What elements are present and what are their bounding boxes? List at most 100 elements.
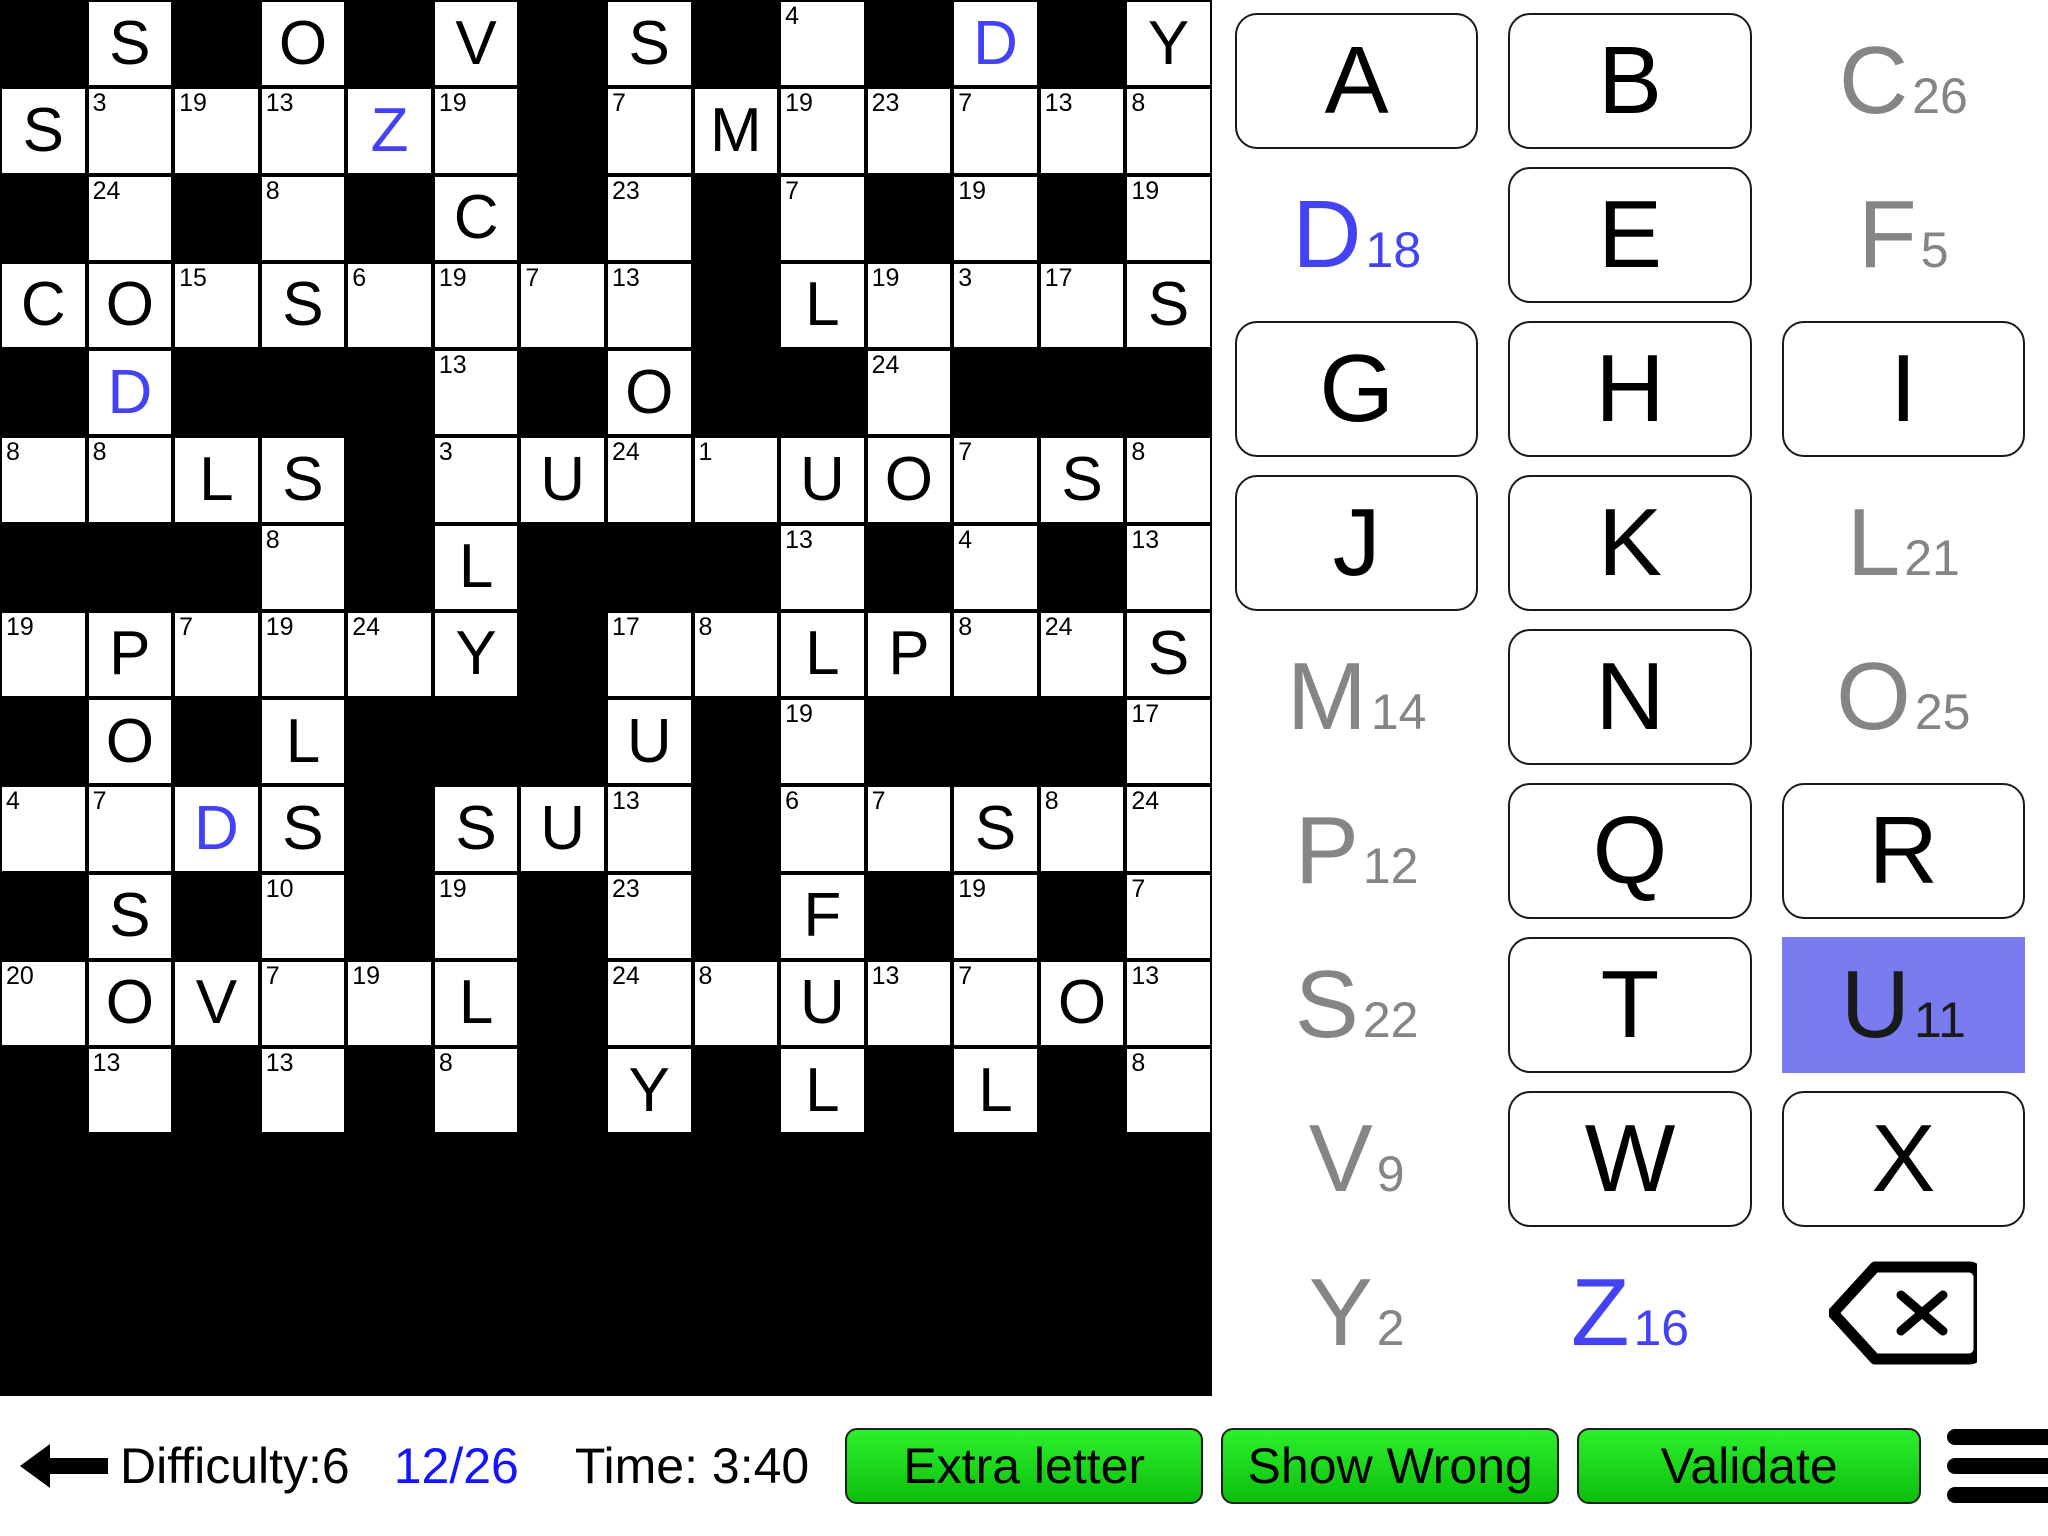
- grid-cell[interactable]: 19: [346, 959, 433, 1047]
- grid-cell[interactable]: 13: [1125, 959, 1212, 1047]
- grid-cell[interactable]: 7: [1125, 872, 1212, 960]
- grid-cell[interactable]: L: [952, 1047, 1039, 1135]
- grid-cell[interactable]: 7: [952, 959, 1039, 1047]
- grid-cell[interactable]: U: [779, 436, 866, 524]
- grid-cell[interactable]: 3: [952, 261, 1039, 349]
- grid-cell[interactable]: P: [86, 610, 174, 698]
- key-x[interactable]: X: [1774, 1087, 2033, 1231]
- key-b[interactable]: B: [1500, 9, 1759, 153]
- grid-cell[interactable]: V: [432, 0, 520, 88]
- key-s[interactable]: S 22: [1227, 933, 1486, 1077]
- grid-cell[interactable]: L: [173, 436, 260, 524]
- grid-cell[interactable]: 3: [432, 436, 520, 524]
- grid-cell[interactable]: F: [779, 872, 866, 960]
- grid-cell[interactable]: 24: [1125, 785, 1212, 873]
- grid-cell[interactable]: 13: [432, 349, 520, 437]
- grid-cell[interactable]: 8: [1125, 436, 1212, 524]
- letter-keypad[interactable]: A B C 26 D 18 E F 5 G H I J K L 21 M 14 N O 25 P 12 Q R S 22 T U 11 V 9…: [1212, 0, 2048, 1396]
- grid-cell[interactable]: Y: [432, 610, 520, 698]
- grid-cell[interactable]: 19: [259, 610, 347, 698]
- grid-cell[interactable]: 8: [1125, 1047, 1212, 1135]
- grid-cell[interactable]: 10: [259, 872, 347, 960]
- key-l[interactable]: L 21: [1774, 471, 2033, 615]
- grid-cell[interactable]: 23: [605, 872, 693, 960]
- grid-cell[interactable]: 13: [779, 523, 866, 611]
- grid-cell[interactable]: O: [86, 261, 174, 349]
- grid-cell[interactable]: 19: [432, 87, 520, 175]
- grid-cell[interactable]: 1: [692, 436, 780, 524]
- grid-cell[interactable]: 13: [1125, 523, 1212, 611]
- grid-cell[interactable]: 19: [952, 174, 1039, 262]
- grid-cell[interactable]: O: [865, 436, 953, 524]
- key-q[interactable]: Q: [1500, 779, 1759, 923]
- grid-cell[interactable]: O: [86, 959, 174, 1047]
- key-h[interactable]: H: [1500, 317, 1759, 461]
- grid-cell[interactable]: L: [432, 523, 520, 611]
- key-c[interactable]: C 26: [1774, 9, 2033, 153]
- key-n[interactable]: N: [1500, 625, 1759, 769]
- grid-cell[interactable]: 24: [865, 349, 953, 437]
- key-f[interactable]: F5: [1774, 163, 2033, 307]
- grid-cell[interactable]: S: [1038, 436, 1126, 524]
- grid-cell[interactable]: U: [605, 698, 693, 786]
- grid-cell[interactable]: 19: [0, 610, 87, 698]
- grid-cell[interactable]: 19: [432, 261, 520, 349]
- crossword-grid[interactable]: S O V S 4 D Y S 3 19 13 Z 19 7 M 19 23 7 13 8 24 8 C 23 7 19 19 C O 1…: [0, 0, 1212, 1135]
- grid-cell[interactable]: P: [865, 610, 953, 698]
- grid-cell[interactable]: S: [605, 0, 693, 88]
- key-t[interactable]: T: [1500, 933, 1759, 1077]
- grid-cell[interactable]: 8: [692, 959, 780, 1047]
- grid-cell[interactable]: 7: [952, 436, 1039, 524]
- grid-cell[interactable]: 15: [173, 261, 260, 349]
- grid-cell[interactable]: L: [259, 698, 347, 786]
- grid-cell[interactable]: D: [952, 0, 1039, 88]
- grid-cell[interactable]: 8: [86, 436, 174, 524]
- grid-cell[interactable]: O: [1038, 959, 1126, 1047]
- grid-cell[interactable]: 8: [259, 523, 347, 611]
- grid-cell[interactable]: 19: [432, 872, 520, 960]
- grid-cell[interactable]: U: [519, 436, 606, 524]
- grid-cell[interactable]: 24: [605, 436, 693, 524]
- grid-cell[interactable]: S: [86, 872, 174, 960]
- grid-cell[interactable]: S: [259, 261, 347, 349]
- grid-cell[interactable]: 7: [952, 87, 1039, 175]
- grid-cell[interactable]: 13: [605, 785, 693, 873]
- grid-cell[interactable]: M: [692, 87, 780, 175]
- grid-cell[interactable]: 7: [86, 785, 174, 873]
- grid-cell[interactable]: S: [259, 785, 347, 873]
- grid-cell[interactable]: S: [0, 87, 87, 175]
- grid-cell[interactable]: O: [86, 698, 174, 786]
- grid-cell[interactable]: 3: [86, 87, 174, 175]
- grid-cell[interactable]: S: [1125, 610, 1212, 698]
- grid-cell[interactable]: 7: [519, 261, 606, 349]
- key-m[interactable]: M 14: [1227, 625, 1486, 769]
- grid-cell[interactable]: S: [86, 0, 174, 88]
- grid-cell[interactable]: Y: [1125, 0, 1212, 88]
- grid-cell[interactable]: S: [1125, 261, 1212, 349]
- key-v[interactable]: V9: [1227, 1087, 1486, 1231]
- grid-cell[interactable]: V: [173, 959, 260, 1047]
- show-wrong-button[interactable]: Show Wrong: [1221, 1428, 1560, 1504]
- grid-cell[interactable]: S: [259, 436, 347, 524]
- grid-cell[interactable]: S: [432, 785, 520, 873]
- grid-cell[interactable]: C: [0, 261, 87, 349]
- back-arrow-icon[interactable]: [14, 1436, 112, 1496]
- grid-cell[interactable]: 23: [865, 87, 953, 175]
- grid-cell[interactable]: D: [173, 785, 260, 873]
- grid-cell[interactable]: 20: [0, 959, 87, 1047]
- grid-cell[interactable]: L: [432, 959, 520, 1047]
- grid-cell[interactable]: 19: [865, 261, 953, 349]
- grid-cell[interactable]: 19: [952, 872, 1039, 960]
- grid-cell[interactable]: 13: [865, 959, 953, 1047]
- grid-cell[interactable]: 13: [259, 87, 347, 175]
- grid-cell[interactable]: 8: [952, 610, 1039, 698]
- grid-cell[interactable]: U: [519, 785, 606, 873]
- grid-cell[interactable]: 8: [1125, 87, 1212, 175]
- key-a[interactable]: A: [1227, 9, 1486, 153]
- grid-cell[interactable]: 7: [865, 785, 953, 873]
- extra-letter-button[interactable]: Extra letter: [845, 1428, 1204, 1504]
- grid-cell[interactable]: 17: [1038, 261, 1126, 349]
- grid-cell[interactable]: 8: [259, 174, 347, 262]
- grid-cell[interactable]: 17: [605, 610, 693, 698]
- grid-cell[interactable]: 7: [779, 174, 866, 262]
